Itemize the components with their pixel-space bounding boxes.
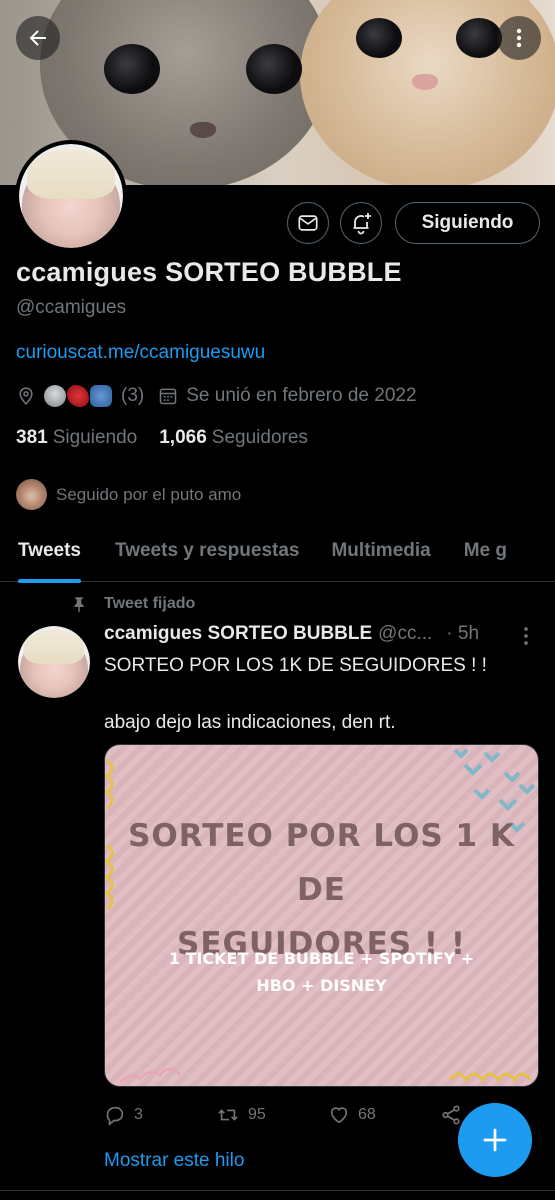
mail-icon <box>298 215 318 231</box>
reply-button[interactable]: 3 <box>104 1104 216 1126</box>
following-label: Siguiendo <box>52 427 138 448</box>
notifications-button[interactable] <box>340 202 382 244</box>
cat-eye <box>456 18 502 58</box>
follower-avatar <box>16 479 47 510</box>
back-button[interactable] <box>16 16 60 60</box>
followers-label: Seguidores <box>211 427 308 448</box>
plus-icon <box>483 1128 507 1152</box>
cat-eye <box>356 18 402 58</box>
followed-by[interactable]: Seguido por el puto amo <box>16 479 241 510</box>
message-button[interactable] <box>287 202 329 244</box>
following-button[interactable]: Siguiendo <box>395 202 540 244</box>
followers-count: 1,066 <box>159 427 207 448</box>
location-emojis <box>44 385 113 407</box>
tweet-text-line: SORTEO POR LOS 1K DE SEGUIDORES ! ! <box>104 655 487 676</box>
profile-meta: (3) Se unió en febrero de 2022 <box>16 383 417 409</box>
joined-date: Se unió en febrero de 2022 <box>186 385 417 406</box>
bird-emoji <box>67 385 89 407</box>
followers-count-link[interactable]: 1,066 Seguidores <box>159 427 308 449</box>
retweet-button[interactable]: 95 <box>216 1104 328 1126</box>
divider <box>0 1190 555 1191</box>
tweet-time[interactable]: · 5h <box>446 623 479 645</box>
avatar-image <box>19 144 123 248</box>
profile-website-link[interactable]: curiouscat.me/ccamiguesuwu <box>16 342 265 364</box>
tab-media[interactable]: Multimedia <box>331 520 430 582</box>
bell-plus-icon <box>353 213 371 235</box>
like-button[interactable]: 68 <box>328 1104 440 1126</box>
tab-label: Tweets y respuestas <box>115 540 300 561</box>
cat-nose <box>412 74 438 90</box>
profile-tabs: Tweets Tweets y respuestas Multimedia Me… <box>0 520 555 583</box>
followed-by-text: Seguido por el puto amo <box>56 484 242 504</box>
back-arrow-icon <box>29 30 46 46</box>
retweet-count: 95 <box>248 1106 266 1123</box>
heart-icon <box>330 1107 348 1124</box>
share-button[interactable] <box>440 1104 462 1126</box>
tab-tweets-and-replies[interactable]: Tweets y respuestas <box>115 520 299 582</box>
tab-likes[interactable]: Me g <box>464 520 507 582</box>
profile-handle: @ccamigues <box>16 297 127 318</box>
pinned-indicator: Tweet fijado <box>70 595 195 613</box>
tab-tweets[interactable]: Tweets <box>18 520 82 583</box>
cat-eye <box>246 44 302 94</box>
tab-label: Multimedia <box>331 540 431 561</box>
avatar-image <box>18 626 90 698</box>
tweet-header: ccamigues SORTEO BUBBLE @cc... · 5h <box>104 623 544 645</box>
active-tab-indicator <box>18 579 82 583</box>
following-count: 381 <box>16 427 48 448</box>
media-subtitle: 1 TICKET DE BUBBLE + SPOTIFY + HBO + DIS… <box>105 945 538 999</box>
retweet-icon <box>218 1109 238 1121</box>
profile-name: ccamigues SORTEO BUBBLE <box>16 257 402 287</box>
more-options-button[interactable] <box>497 16 541 60</box>
alien-emoji <box>44 385 66 407</box>
tweet-more-icon[interactable] <box>518 625 534 647</box>
pin-icon <box>74 597 84 613</box>
people-emoji <box>90 385 112 407</box>
media-subtitle-line: 1 TICKET DE BUBBLE + SPOTIFY + <box>168 949 475 968</box>
cat-nose <box>190 122 216 138</box>
profile-avatar[interactable] <box>15 140 127 252</box>
location-icon <box>19 387 33 405</box>
pinned-label: Tweet fijado <box>104 595 196 612</box>
cat-eye <box>104 44 160 94</box>
media-subtitle-line: HBO + DISNEY <box>256 976 387 995</box>
reply-icon <box>106 1106 124 1126</box>
media-title-line: SORTEO POR LOS 1 K DE <box>128 818 515 908</box>
reply-count: 3 <box>134 1106 143 1123</box>
more-vertical-icon <box>516 28 522 48</box>
location-count: (3) <box>121 385 145 406</box>
tweet-author-handle[interactable]: @cc... <box>378 623 432 645</box>
share-icon <box>442 1105 460 1125</box>
compose-tweet-button[interactable] <box>458 1103 532 1177</box>
tab-label: Me g <box>463 540 507 561</box>
following-count-link[interactable]: 381 Siguiendo <box>16 427 137 449</box>
tab-label: Tweets <box>18 540 82 561</box>
tweet-media-image[interactable]: SORTEO POR LOS 1 K DE SEGUIDORES ! ! 1 T… <box>104 744 539 1087</box>
show-thread-link[interactable]: Mostrar este hilo <box>104 1150 244 1172</box>
tweet-actions: 3 95 68 <box>104 1102 504 1128</box>
calendar-icon <box>159 388 177 405</box>
like-count: 68 <box>358 1106 376 1123</box>
tweet-author-name[interactable]: ccamigues SORTEO BUBBLE <box>104 623 372 645</box>
tweet-author-avatar[interactable] <box>18 626 90 698</box>
follow-counts: 381 Siguiendo 1,066 Seguidores <box>16 427 330 449</box>
tweet-text-line: abajo dejo las indicaciones, den rt. <box>104 712 396 733</box>
